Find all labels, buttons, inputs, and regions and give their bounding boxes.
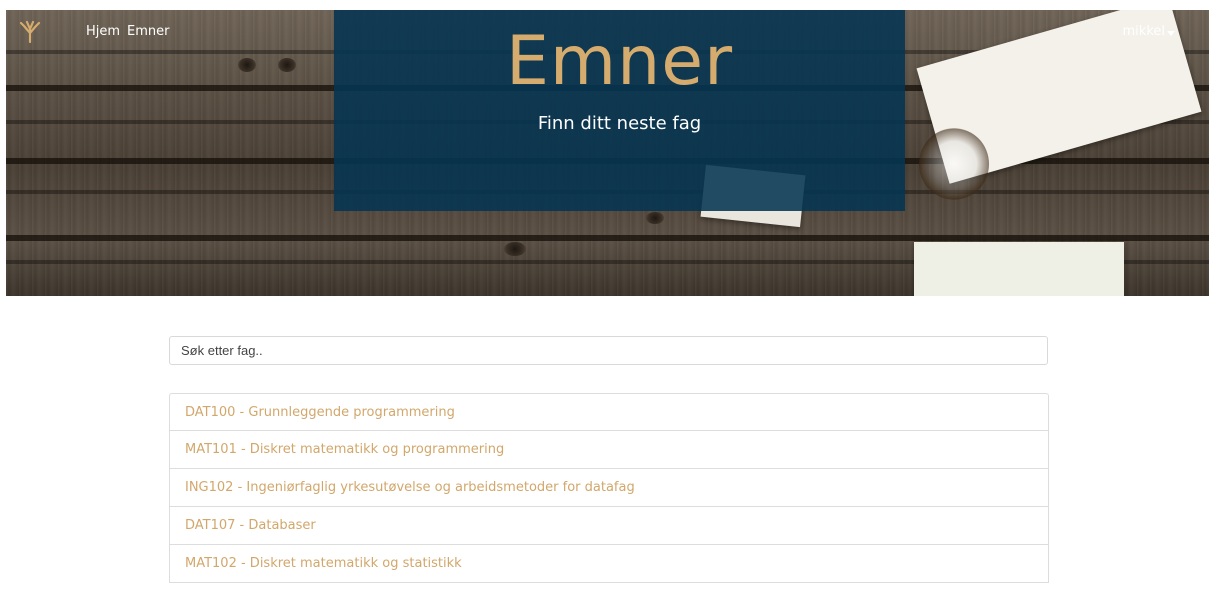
wood-knot xyxy=(278,58,296,72)
course-list: DAT100 - Grunnleggende programmering MAT… xyxy=(169,393,1049,583)
nav-link-courses[interactable]: Emner xyxy=(127,24,169,39)
user-menu[interactable]: mikkel xyxy=(1123,24,1165,39)
wood-plank-gap xyxy=(6,235,1209,241)
cup-image xyxy=(919,128,989,200)
search-input[interactable] xyxy=(169,336,1048,365)
yggdrasil-tree-icon[interactable] xyxy=(18,19,42,43)
course-list-item[interactable]: MAT102 - Diskret matematikk og statistik… xyxy=(169,545,1049,583)
wood-knot xyxy=(504,242,526,256)
course-list-item[interactable]: ING102 - Ingeniørfaglig yrkesutøvelse og… xyxy=(169,469,1049,507)
course-list-item[interactable]: MAT101 - Diskret matematikk og programme… xyxy=(169,431,1049,469)
course-list-item[interactable]: DAT107 - Databaser xyxy=(169,507,1049,545)
open-book-image xyxy=(914,242,1124,296)
wood-knot xyxy=(238,58,256,72)
course-list-item[interactable]: DAT100 - Grunnleggende programmering xyxy=(169,393,1049,431)
nav-link-home[interactable]: Hjem xyxy=(86,24,120,39)
caret-down-icon[interactable] xyxy=(1167,31,1175,36)
page-subtitle: Finn ditt neste fag xyxy=(537,113,702,134)
navbar: Hjem Emner mikkel xyxy=(6,10,1209,54)
wood-knot xyxy=(646,212,664,224)
hero-banner: Emner Finn ditt neste fag Hjem Emner mik… xyxy=(6,10,1209,296)
